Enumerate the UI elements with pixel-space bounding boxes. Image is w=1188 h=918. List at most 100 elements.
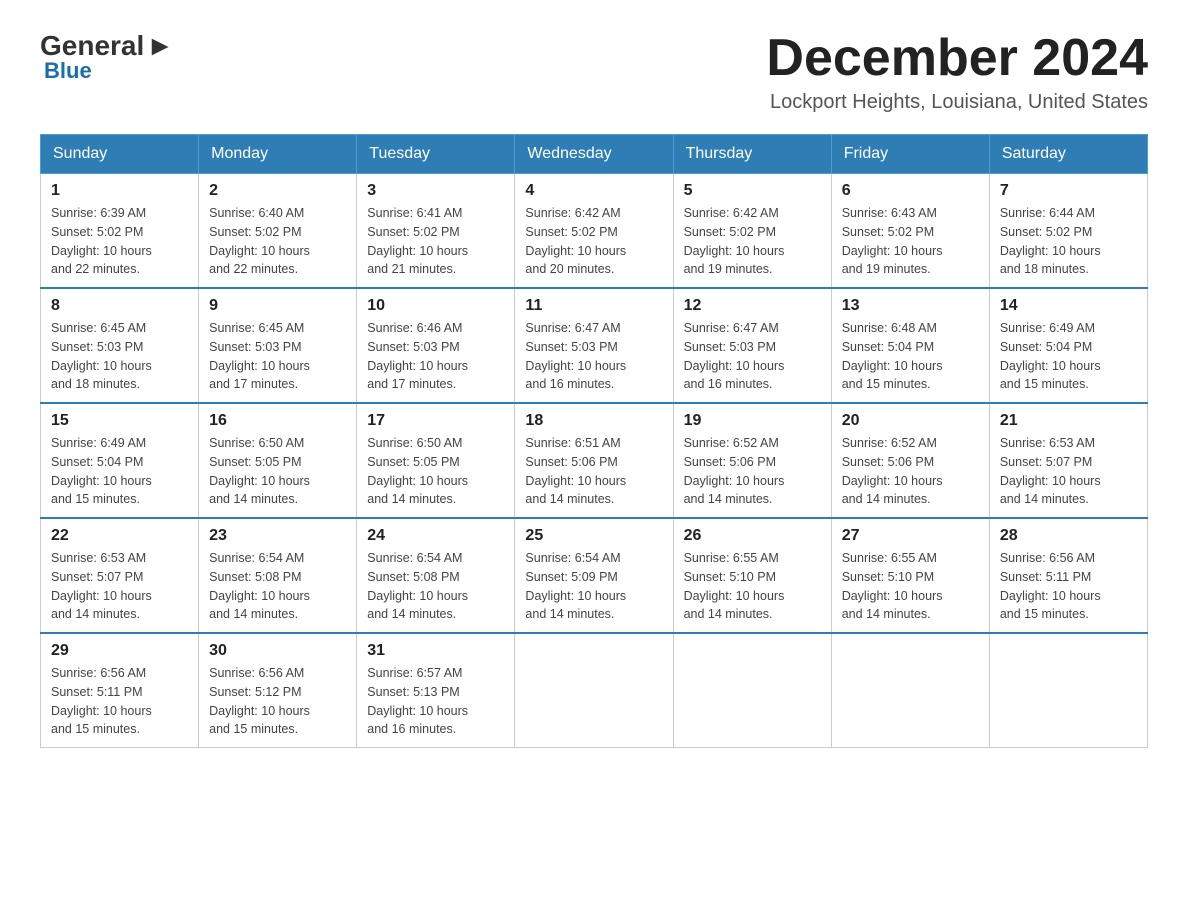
- day-number: 31: [367, 642, 504, 660]
- calendar-day-cell: 25 Sunrise: 6:54 AMSunset: 5:09 PMDayligh…: [515, 518, 673, 633]
- calendar-week-row: 8Sunrise: 6:45 AMSunset: 5:03 PMDaylight…: [41, 288, 1148, 403]
- calendar-day-cell: 1 Sunrise: 6:39 AMSunset: 5:02 PMDaylight…: [41, 174, 199, 289]
- day-info: Sunrise: 6:42 AMSunset: 5:02 PMDaylight:…: [525, 204, 662, 279]
- day-number: 27: [842, 527, 979, 545]
- calendar-day-cell: 24 Sunrise: 6:54 AMSunset: 5:08 PMDayligh…: [357, 518, 515, 633]
- day-info: Sunrise: 6:55 AMSunset: 5:10 PMDaylight:…: [842, 549, 979, 624]
- calendar-day-cell: 19 Sunrise: 6:52 AMSunset: 5:06 PMDayligh…: [673, 403, 831, 518]
- day-info: Sunrise: 6:55 AMSunset: 5:10 PMDaylight:…: [684, 549, 821, 624]
- day-number: 20: [842, 412, 979, 430]
- day-number: 13: [842, 297, 979, 315]
- logo-arrow-icon: ►: [146, 30, 174, 62]
- day-info: Sunrise: 6:44 AMSunset: 5:02 PMDaylight:…: [1000, 204, 1137, 279]
- day-number: 15: [51, 412, 188, 430]
- day-info: Sunrise: 6:46 AMSunset: 5:03 PMDaylight:…: [367, 319, 504, 394]
- day-info: Sunrise: 6:42 AMSunset: 5:02 PMDaylight:…: [684, 204, 821, 279]
- calendar-day-cell: 4Sunrise: 6:42 AMSunset: 5:02 PMDaylight…: [515, 174, 673, 289]
- calendar-day-cell: 16 Sunrise: 6:50 AMSunset: 5:05 PMDayligh…: [199, 403, 357, 518]
- day-number: 16: [209, 412, 346, 430]
- day-info: Sunrise: 6:54 AMSunset: 5:08 PMDaylight:…: [209, 549, 346, 624]
- day-number: 18: [525, 412, 662, 430]
- day-number: 9: [209, 297, 346, 315]
- calendar-day-cell: 18 Sunrise: 6:51 AMSunset: 5:06 PMDayligh…: [515, 403, 673, 518]
- calendar-day-cell: 31 Sunrise: 6:57 AMSunset: 5:13 PMDayligh…: [357, 633, 515, 748]
- day-info: Sunrise: 6:54 AMSunset: 5:09 PMDaylight:…: [525, 549, 662, 624]
- day-info: Sunrise: 6:56 AMSunset: 5:11 PMDaylight:…: [51, 664, 188, 739]
- calendar-day-cell: 17 Sunrise: 6:50 AMSunset: 5:05 PMDayligh…: [357, 403, 515, 518]
- logo: General ► Blue: [40, 30, 176, 84]
- calendar-day-cell: 10 Sunrise: 6:46 AMSunset: 5:03 PMDayligh…: [357, 288, 515, 403]
- day-number: 19: [684, 412, 821, 430]
- day-number: 3: [367, 182, 504, 200]
- day-number: 7: [1000, 182, 1137, 200]
- day-info: Sunrise: 6:52 AMSunset: 5:06 PMDaylight:…: [684, 434, 821, 509]
- day-number: 29: [51, 642, 188, 660]
- calendar-day-cell: 26 Sunrise: 6:55 AMSunset: 5:10 PMDayligh…: [673, 518, 831, 633]
- day-info: Sunrise: 6:50 AMSunset: 5:05 PMDaylight:…: [209, 434, 346, 509]
- calendar-day-cell: 15 Sunrise: 6:49 AMSunset: 5:04 PMDayligh…: [41, 403, 199, 518]
- day-of-week-header: Tuesday: [357, 135, 515, 174]
- day-of-week-header: Saturday: [989, 135, 1147, 174]
- day-number: 1: [51, 182, 188, 200]
- day-info: Sunrise: 6:57 AMSunset: 5:13 PMDaylight:…: [367, 664, 504, 739]
- month-title: December 2024: [766, 30, 1148, 87]
- day-of-week-header: Wednesday: [515, 135, 673, 174]
- day-of-week-header: Sunday: [41, 135, 199, 174]
- calendar-day-cell: 11 Sunrise: 6:47 AMSunset: 5:03 PMDayligh…: [515, 288, 673, 403]
- day-info: Sunrise: 6:53 AMSunset: 5:07 PMDaylight:…: [1000, 434, 1137, 509]
- day-info: Sunrise: 6:49 AMSunset: 5:04 PMDaylight:…: [51, 434, 188, 509]
- calendar-day-cell: [989, 633, 1147, 748]
- day-number: 23: [209, 527, 346, 545]
- calendar-week-row: 1 Sunrise: 6:39 AMSunset: 5:02 PMDaylight…: [41, 174, 1148, 289]
- calendar-week-row: 15 Sunrise: 6:49 AMSunset: 5:04 PMDayligh…: [41, 403, 1148, 518]
- day-number: 25: [525, 527, 662, 545]
- day-number: 12: [684, 297, 821, 315]
- calendar-day-cell: 29 Sunrise: 6:56 AMSunset: 5:11 PMDayligh…: [41, 633, 199, 748]
- day-info: Sunrise: 6:49 AMSunset: 5:04 PMDaylight:…: [1000, 319, 1137, 394]
- day-number: 22: [51, 527, 188, 545]
- location-title: Lockport Heights, Louisiana, United Stat…: [766, 91, 1148, 114]
- day-number: 14: [1000, 297, 1137, 315]
- day-number: 6: [842, 182, 979, 200]
- day-number: 26: [684, 527, 821, 545]
- calendar-day-cell: 30Sunrise: 6:56 AMSunset: 5:12 PMDayligh…: [199, 633, 357, 748]
- calendar-day-cell: 3 Sunrise: 6:41 AMSunset: 5:02 PMDaylight…: [357, 174, 515, 289]
- calendar-week-row: 22 Sunrise: 6:53 AMSunset: 5:07 PMDayligh…: [41, 518, 1148, 633]
- day-number: 28: [1000, 527, 1137, 545]
- title-section: December 2024 Lockport Heights, Louisian…: [766, 30, 1148, 114]
- day-info: Sunrise: 6:56 AMSunset: 5:11 PMDaylight:…: [1000, 549, 1137, 624]
- day-number: 2: [209, 182, 346, 200]
- calendar-day-cell: [515, 633, 673, 748]
- day-number: 17: [367, 412, 504, 430]
- day-info: Sunrise: 6:41 AMSunset: 5:02 PMDaylight:…: [367, 204, 504, 279]
- day-info: Sunrise: 6:47 AMSunset: 5:03 PMDaylight:…: [525, 319, 662, 394]
- day-number: 11: [525, 297, 662, 315]
- day-number: 10: [367, 297, 504, 315]
- day-info: Sunrise: 6:51 AMSunset: 5:06 PMDaylight:…: [525, 434, 662, 509]
- day-number: 30: [209, 642, 346, 660]
- logo-blue-text: Blue: [40, 58, 92, 84]
- day-info: Sunrise: 6:45 AMSunset: 5:03 PMDaylight:…: [209, 319, 346, 394]
- calendar-day-cell: 9 Sunrise: 6:45 AMSunset: 5:03 PMDaylight…: [199, 288, 357, 403]
- day-number: 24: [367, 527, 504, 545]
- day-of-week-header: Thursday: [673, 135, 831, 174]
- day-info: Sunrise: 6:53 AMSunset: 5:07 PMDaylight:…: [51, 549, 188, 624]
- day-info: Sunrise: 6:45 AMSunset: 5:03 PMDaylight:…: [51, 319, 188, 394]
- calendar-day-cell: [673, 633, 831, 748]
- day-number: 5: [684, 182, 821, 200]
- calendar-week-row: 29 Sunrise: 6:56 AMSunset: 5:11 PMDayligh…: [41, 633, 1148, 748]
- day-info: Sunrise: 6:50 AMSunset: 5:05 PMDaylight:…: [367, 434, 504, 509]
- day-info: Sunrise: 6:39 AMSunset: 5:02 PMDaylight:…: [51, 204, 188, 279]
- day-info: Sunrise: 6:54 AMSunset: 5:08 PMDaylight:…: [367, 549, 504, 624]
- day-info: Sunrise: 6:40 AMSunset: 5:02 PMDaylight:…: [209, 204, 346, 279]
- calendar-day-cell: 6Sunrise: 6:43 AMSunset: 5:02 PMDaylight…: [831, 174, 989, 289]
- calendar-header-row: SundayMondayTuesdayWednesdayThursdayFrid…: [41, 135, 1148, 174]
- calendar-day-cell: 28 Sunrise: 6:56 AMSunset: 5:11 PMDayligh…: [989, 518, 1147, 633]
- day-of-week-header: Friday: [831, 135, 989, 174]
- day-info: Sunrise: 6:48 AMSunset: 5:04 PMDaylight:…: [842, 319, 979, 394]
- calendar-day-cell: 27 Sunrise: 6:55 AMSunset: 5:10 PMDayligh…: [831, 518, 989, 633]
- calendar-day-cell: 12Sunrise: 6:47 AMSunset: 5:03 PMDayligh…: [673, 288, 831, 403]
- calendar-day-cell: 14 Sunrise: 6:49 AMSunset: 5:04 PMDayligh…: [989, 288, 1147, 403]
- calendar-day-cell: 8Sunrise: 6:45 AMSunset: 5:03 PMDaylight…: [41, 288, 199, 403]
- calendar-day-cell: 20Sunrise: 6:52 AMSunset: 5:06 PMDayligh…: [831, 403, 989, 518]
